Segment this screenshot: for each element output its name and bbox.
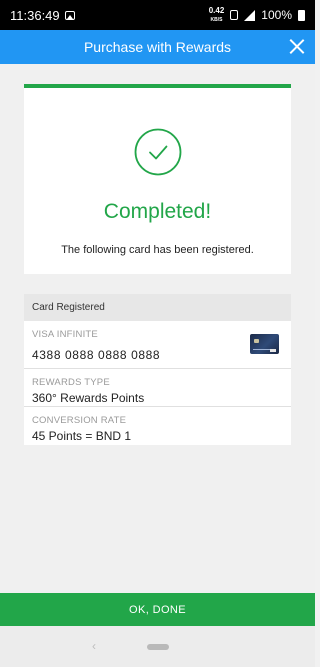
image-notification-icon [64,10,75,20]
signal-icon [244,9,256,21]
navigation-bar: ‹ [0,626,315,667]
rewards-type-label: REWARDS TYPE [32,377,110,388]
battery-percent: 100% [261,8,292,22]
status-right: 0.42 KB/S 100% [208,5,305,24]
conversion-rate-label: CONVERSION RATE [32,415,127,426]
status-time: 11:36:49 [10,7,60,23]
rewards-type-value: 360° Rewards Points [32,391,145,405]
rewards-type-row: REWARDS TYPE 360° Rewards Points [24,369,291,407]
home-pill-icon[interactable] [147,644,169,650]
close-icon[interactable] [289,38,305,54]
app-header: Purchase with Rewards [0,30,315,64]
conversion-rate-row: CONVERSION RATE 45 Points = BND 1 [24,407,291,445]
status-left: 11:36:49 [10,8,75,23]
success-card: Completed! The following card has been r… [24,84,291,274]
card-brand-mark [270,349,276,352]
card-number: 4388 0888 0888 0888 [32,348,161,362]
vibrate-icon [230,10,239,20]
credit-card-icon [250,334,279,354]
card-chip [254,339,259,343]
status-bar: 11:36:49 0.42 KB/S 100% [0,0,315,30]
success-message: The following card has been registered. [61,244,254,256]
card-type-label: VISA INFINITE [32,329,98,340]
details-section-title: Card Registered [24,294,291,321]
card-details: Card Registered VISA INFINITE 4388 0888 … [24,294,291,445]
success-title: Completed! [103,200,212,223]
check-circle-icon [134,128,182,176]
page-title: Purchase with Rewards [83,39,232,55]
battery-icon [298,9,305,21]
screen: 11:36:49 0.42 KB/S 100% Purchase with Re… [0,0,315,667]
card-row: VISA INFINITE 4388 0888 0888 0888 [24,321,291,369]
conversion-rate-value: 45 Points = BND 1 [32,429,132,443]
network-speed: 0.42 KB/S [208,5,225,24]
network-speed-value: 0.42 [208,5,225,15]
ok-done-button[interactable]: OK, DONE [0,593,315,626]
network-speed-unit: KB/S [210,16,223,23]
chevron-left-icon[interactable]: ‹ [92,640,102,652]
